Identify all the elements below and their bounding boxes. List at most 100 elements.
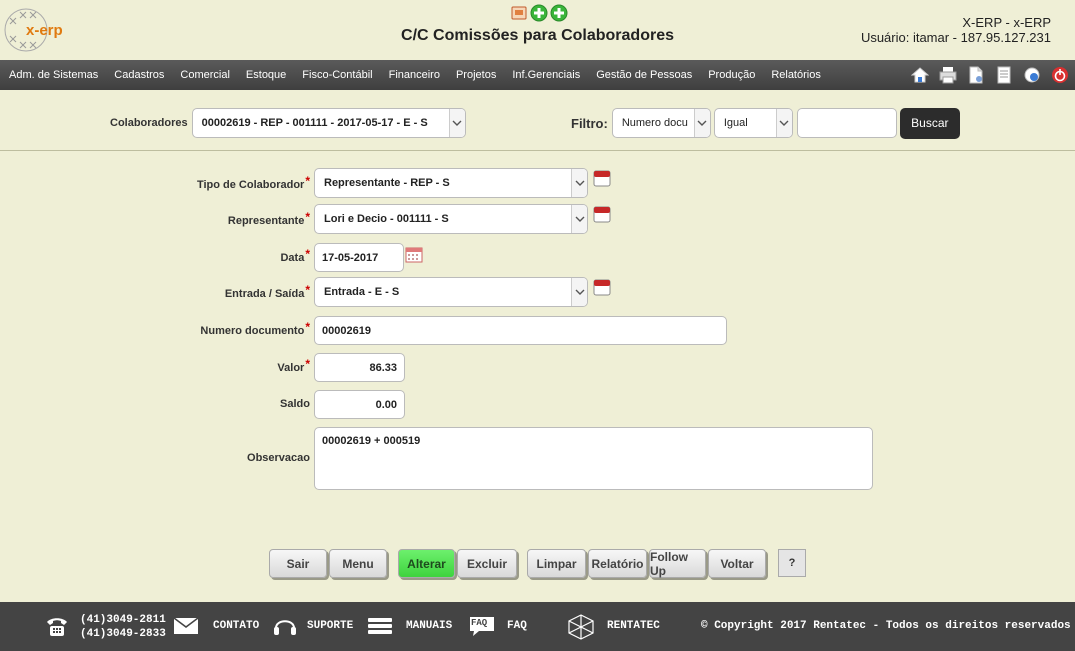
entrada-saida-label: Entrada / Saída* bbox=[224, 283, 310, 300]
saldo-value: 0.00 bbox=[375, 398, 397, 411]
filtro-label: Filtro: bbox=[571, 115, 608, 131]
suporte-link[interactable]: SUPORTE bbox=[307, 620, 353, 632]
phone-numbers: (41)3049-2811 (41)3049-2833 bbox=[80, 613, 166, 641]
calendar-icon[interactable] bbox=[593, 206, 611, 223]
rentatec-logo-icon bbox=[566, 613, 596, 641]
menu-tools bbox=[909, 65, 1071, 85]
saldo-input[interactable]: 0.00 bbox=[314, 390, 405, 419]
manuais-link[interactable]: MANUAIS bbox=[406, 620, 452, 632]
menu-item-relatorios[interactable]: Relatórios bbox=[763, 69, 829, 81]
colaboradores-label: Colaboradores bbox=[110, 117, 188, 129]
relatorio-button[interactable]: Relatório bbox=[588, 549, 647, 578]
filter-field-value: Numero docu bbox=[621, 117, 688, 129]
voltar-button[interactable]: Voltar bbox=[708, 549, 766, 578]
menu-item-inf-gerenciais[interactable]: Inf.Gerenciais bbox=[504, 69, 588, 81]
power-icon[interactable] bbox=[1049, 65, 1071, 85]
rentatec-link[interactable]: RENTATEC bbox=[607, 620, 660, 632]
colaboradores-select[interactable]: 00002619 - REP - 001111 - 2017-05-17 - E… bbox=[191, 108, 466, 138]
data-input[interactable]: 17-05-2017 bbox=[314, 243, 404, 272]
numero-documento-label: Numero documento* bbox=[200, 320, 310, 337]
add-icon[interactable] bbox=[530, 4, 548, 22]
menu-button[interactable]: Menu bbox=[329, 549, 387, 578]
faq-icon[interactable]: FAQ bbox=[467, 614, 497, 638]
menu-item-comercial[interactable]: Comercial bbox=[172, 69, 238, 81]
calendar-icon[interactable] bbox=[593, 170, 611, 187]
top-toolbar bbox=[510, 4, 568, 22]
menu-item-cadastros[interactable]: Cadastros bbox=[106, 69, 172, 81]
faq-icon-text: FAQ bbox=[471, 618, 488, 628]
tipo-colaborador-select[interactable]: Representante - REP - S bbox=[314, 168, 588, 198]
filter-field-select[interactable]: Numero docu bbox=[611, 108, 711, 138]
alterar-button[interactable]: Alterar bbox=[398, 549, 455, 578]
add-icon[interactable] bbox=[550, 4, 568, 22]
chevron-down-icon bbox=[775, 109, 792, 137]
filter-operator-value: Igual bbox=[723, 117, 748, 129]
chevron-down-icon bbox=[693, 109, 710, 137]
phone-icon bbox=[45, 615, 69, 637]
date-picker-icon[interactable] bbox=[405, 247, 423, 264]
menu-item-estoque[interactable]: Estoque bbox=[238, 69, 294, 81]
menu-item-adm-sistemas[interactable]: Adm. de Sistemas bbox=[0, 69, 106, 81]
valor-input[interactable]: 86.33 bbox=[314, 353, 405, 382]
print-icon[interactable] bbox=[937, 65, 959, 85]
help-globe-icon[interactable] bbox=[1021, 65, 1043, 85]
saldo-label: Saldo bbox=[280, 398, 310, 410]
headset-icon[interactable] bbox=[272, 615, 298, 637]
menu-item-financeiro[interactable]: Financeiro bbox=[381, 69, 448, 81]
numero-documento-input[interactable]: 00002619 bbox=[314, 316, 727, 345]
menu-item-fisco-contabil[interactable]: Fisco-Contábil bbox=[294, 69, 380, 81]
chevron-down-icon bbox=[571, 278, 587, 306]
required-mark: * bbox=[305, 174, 310, 188]
calendar-icon[interactable] bbox=[593, 279, 611, 296]
main-menu: Adm. de Sistemas Cadastros Comercial Est… bbox=[0, 60, 1075, 90]
representante-select[interactable]: Lori e Decio - 001111 - S bbox=[314, 204, 588, 234]
colaboradores-filter: Colaboradores 00002619 - REP - 001111 - … bbox=[110, 107, 466, 139]
data-value: 17-05-2017 bbox=[322, 251, 379, 264]
system-name: X-ERP - x-ERP bbox=[962, 15, 1051, 30]
home-icon[interactable] bbox=[909, 65, 931, 85]
mail-icon[interactable] bbox=[173, 617, 199, 635]
filter-operator-select[interactable]: Igual bbox=[713, 108, 793, 138]
data-label: Data* bbox=[280, 247, 310, 264]
buscar-button[interactable]: Buscar bbox=[899, 107, 960, 139]
sair-button[interactable]: Sair bbox=[269, 549, 327, 578]
faq-link[interactable]: FAQ bbox=[507, 620, 527, 632]
menu-item-projetos[interactable]: Projetos bbox=[448, 69, 504, 81]
valor-value: 86.33 bbox=[369, 361, 397, 374]
follow-up-button[interactable]: Follow Up bbox=[649, 549, 706, 578]
page-icon[interactable] bbox=[993, 65, 1015, 85]
contato-link[interactable]: CONTATO bbox=[213, 620, 259, 632]
colaboradores-select-value: 00002619 - REP - 001111 - 2017-05-17 - E… bbox=[201, 117, 428, 129]
required-mark: * bbox=[305, 210, 310, 224]
required-mark: * bbox=[305, 357, 310, 371]
chevron-down-icon bbox=[571, 169, 587, 197]
document-icon[interactable] bbox=[510, 4, 528, 22]
document-icon[interactable] bbox=[965, 65, 987, 85]
divider bbox=[0, 150, 1075, 151]
menu-item-gestao-pessoas[interactable]: Gestão de Pessoas bbox=[588, 69, 700, 81]
observacao-textarea[interactable]: 00002619 + 000519 bbox=[314, 427, 873, 490]
entrada-saida-value: Entrada - E - S bbox=[324, 286, 400, 298]
system-info: X-ERP - x-ERP Usuário: itamar - 187.95.1… bbox=[861, 15, 1051, 45]
books-icon[interactable] bbox=[366, 615, 394, 637]
user-info: Usuário: itamar - 187.95.127.231 bbox=[860, 30, 1051, 45]
help-button[interactable]: ? bbox=[778, 549, 806, 577]
excluir-button[interactable]: Excluir bbox=[457, 549, 517, 578]
menu-item-producao[interactable]: Produção bbox=[700, 69, 763, 81]
search-input[interactable] bbox=[796, 108, 897, 138]
observacao-label: Observacao bbox=[247, 452, 310, 464]
limpar-button[interactable]: Limpar bbox=[527, 549, 586, 578]
footer: (41)3049-2811 (41)3049-2833 CONTATO SUPO… bbox=[0, 602, 1075, 651]
phone-1: (41)3049-2811 bbox=[80, 614, 166, 626]
search-filter: Filtro: Numero docu Igual Buscar bbox=[571, 107, 960, 139]
required-mark: * bbox=[305, 247, 310, 261]
representante-label: Representante* bbox=[227, 210, 310, 227]
entrada-saida-select[interactable]: Entrada - E - S bbox=[314, 277, 588, 307]
copyright: © Copyright 2017 Rentatec - Todos os dir… bbox=[701, 620, 1071, 632]
chevron-down-icon bbox=[448, 109, 465, 137]
numero-documento-value: 00002619 bbox=[322, 324, 371, 337]
tipo-colaborador-value: Representante - REP - S bbox=[324, 177, 450, 189]
chevron-down-icon bbox=[571, 205, 587, 233]
phone-2: (41)3049-2833 bbox=[80, 628, 166, 640]
tipo-colaborador-label: Tipo de Colaborador* bbox=[196, 174, 310, 191]
